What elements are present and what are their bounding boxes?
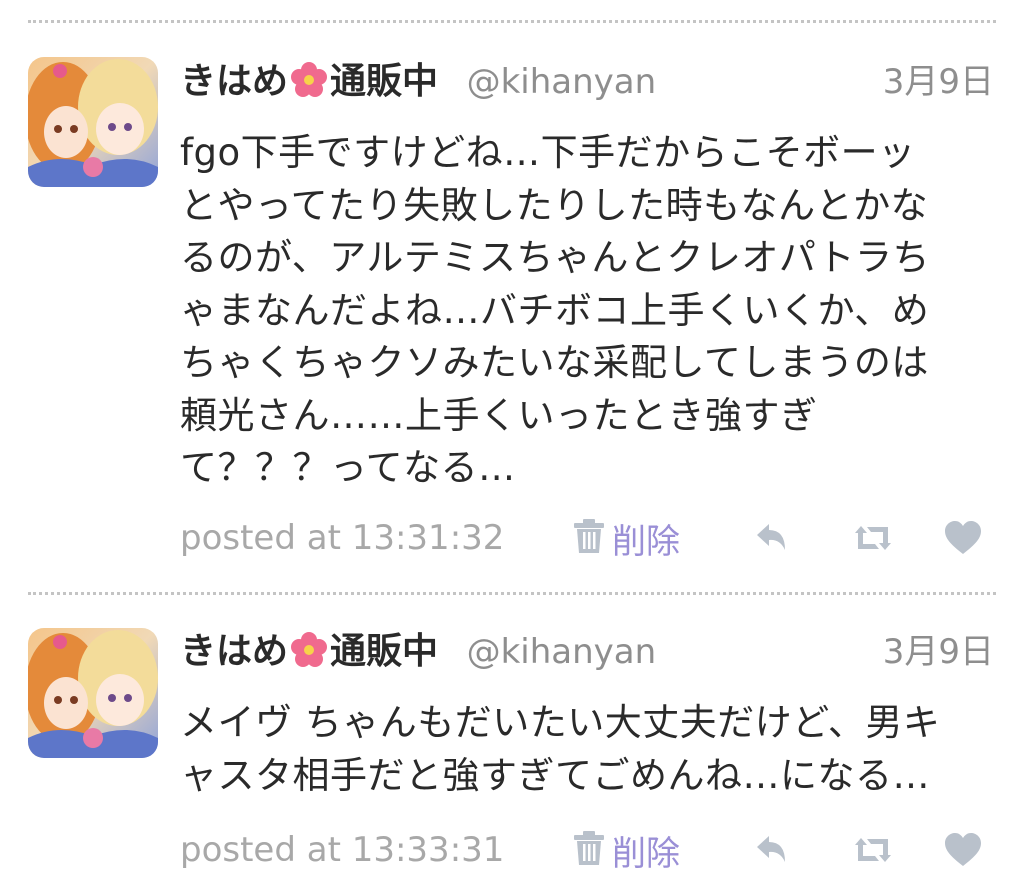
tweet-text: fgo下手ですけどね…下手だからこそボーッ とやってたり失敗したりした時もなんと… [180, 131, 930, 489]
author-name-prefix: きはめ [180, 631, 289, 672]
tweet-feed: きはめ 通販中 @kihanyan 3月9日 fgo下手ですけどね…下手だからこそ… [0, 0, 1024, 880]
reply-icon[interactable] [748, 827, 794, 873]
heart-icon[interactable] [940, 827, 986, 873]
author-name-suffix: 通販中 [330, 631, 439, 672]
tweet-footer: posted at 13:31:32 削除 [180, 513, 995, 563]
delete-button[interactable]: 削除 [572, 513, 680, 563]
avatar[interactable] [28, 628, 158, 758]
delete-label: 削除 [612, 833, 680, 874]
reply-icon[interactable] [748, 515, 794, 561]
tweet-text: メイヴ ちゃんもだいたい大丈夫だけど、男キ ャスタ相手だと強すぎてごめんね…にな… [180, 701, 941, 797]
trash-icon [572, 830, 606, 870]
tweet-date[interactable]: 3月9日 [883, 622, 994, 682]
tweet-date[interactable]: 3月9日 [883, 52, 994, 112]
retweet-icon[interactable] [850, 827, 896, 873]
hibiscus-icon [290, 58, 328, 118]
tweet-header: きはめ 通販中 @kihanyan 3月9日 [180, 622, 994, 682]
author-handle[interactable]: @kihanyan [467, 632, 657, 672]
avatar[interactable] [28, 57, 158, 187]
hibiscus-icon [290, 628, 328, 688]
delete-button[interactable]: 削除 [572, 825, 680, 875]
trash-icon [572, 518, 606, 558]
author-name-prefix: きはめ [180, 61, 289, 102]
divider [28, 592, 996, 595]
posted-timestamp: posted at 13:31:32 [180, 518, 505, 558]
author-name[interactable]: きはめ 通販中 @kihanyan [180, 52, 656, 118]
tweet-footer: posted at 13:33:31 削除 [180, 825, 995, 875]
tweet-header: きはめ 通販中 @kihanyan 3月9日 [180, 52, 994, 112]
delete-label: 削除 [612, 521, 680, 562]
posted-timestamp: posted at 13:33:31 [180, 830, 505, 870]
author-name-suffix: 通販中 [330, 61, 439, 102]
retweet-icon[interactable] [850, 515, 896, 561]
divider [28, 20, 996, 23]
author-handle[interactable]: @kihanyan [467, 62, 657, 102]
author-name[interactable]: きはめ 通販中 @kihanyan [180, 622, 656, 688]
heart-icon[interactable] [940, 515, 986, 561]
